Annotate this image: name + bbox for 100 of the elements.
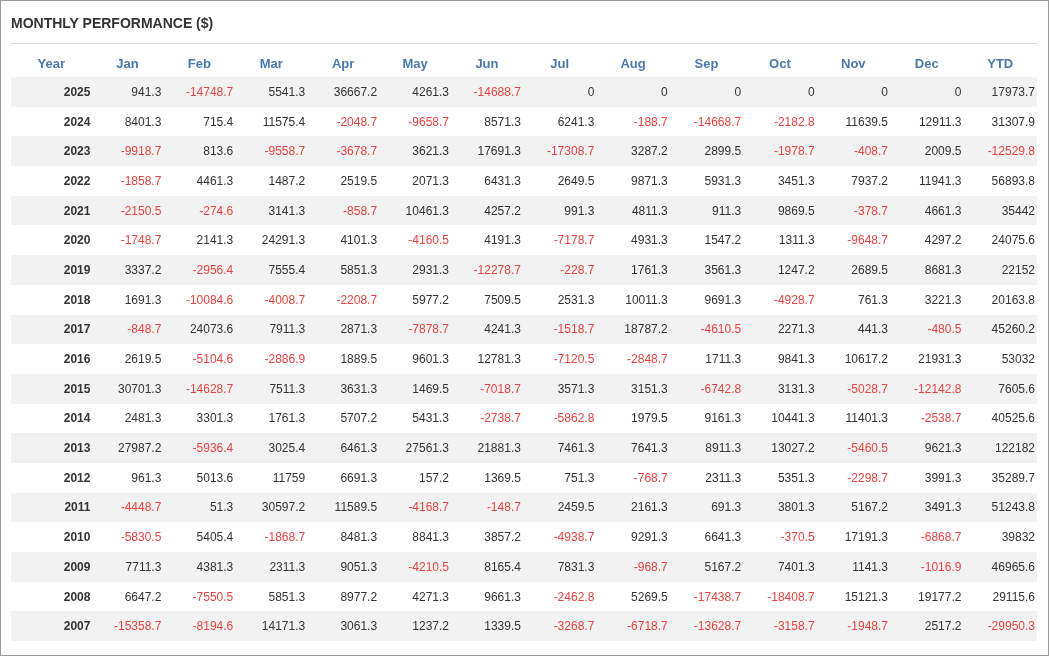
value-cell: 11589.5 <box>307 492 380 523</box>
value-cell: -378.7 <box>816 195 890 226</box>
value-cell: -2886.9 <box>235 344 308 374</box>
value-cell: 5851.3 <box>235 581 308 612</box>
value-cell: 2459.5 <box>522 492 597 523</box>
value-cell: 5851.3 <box>307 255 380 285</box>
value-cell: -5936.4 <box>163 433 236 463</box>
value-cell: 5541.3 <box>235 77 308 107</box>
value-cell: 2931.3 <box>379 255 451 285</box>
year-cell: 2024 <box>11 106 92 137</box>
value-cell: -968.7 <box>596 552 670 582</box>
value-cell: 30701.3 <box>91 373 164 404</box>
value-cell: 5931.3 <box>669 166 744 196</box>
value-cell: -2208.7 <box>307 284 380 315</box>
value-cell: 0 <box>596 77 670 107</box>
year-cell: 2015 <box>11 373 92 404</box>
value-cell: 9841.3 <box>743 344 817 374</box>
value-cell: 1691.3 <box>91 284 164 315</box>
value-cell: 7937.2 <box>816 166 890 196</box>
column-header: Jan <box>91 44 164 77</box>
value-cell: 2619.5 <box>91 344 164 374</box>
value-cell: 6641.3 <box>669 522 744 552</box>
value-cell: -4168.7 <box>379 492 451 523</box>
value-cell: -4928.7 <box>743 284 817 315</box>
value-cell: 941.3 <box>91 77 164 107</box>
value-cell: 20163.8 <box>963 284 1037 315</box>
value-cell: 5405.4 <box>163 522 236 552</box>
value-cell: 7555.4 <box>235 255 308 285</box>
value-cell: 991.3 <box>522 195 597 226</box>
value-cell: -14748.7 <box>163 77 236 107</box>
value-cell: 0 <box>522 77 597 107</box>
value-cell: 9869.5 <box>743 195 817 226</box>
value-cell: 21881.3 <box>451 433 523 463</box>
year-cell: 2009 <box>11 552 92 582</box>
year-cell: 2021 <box>11 195 92 226</box>
value-cell: 4931.3 <box>596 225 670 256</box>
value-cell: -9558.7 <box>235 136 308 167</box>
value-cell: 9621.3 <box>890 433 964 463</box>
value-cell: 122182 <box>963 433 1037 463</box>
value-cell: 0 <box>890 77 964 107</box>
value-cell: 51.3 <box>163 492 236 523</box>
value-cell: 3857.2 <box>451 522 523 552</box>
value-cell: 2271.3 <box>743 314 817 345</box>
value-cell: -4008.7 <box>235 284 308 315</box>
value-cell: 3561.3 <box>669 255 744 285</box>
value-cell: 7911.3 <box>235 314 308 345</box>
value-cell: -9658.7 <box>379 106 451 137</box>
value-cell: 3621.3 <box>379 136 451 167</box>
value-cell: 46965.6 <box>963 552 1037 582</box>
year-cell: 2014 <box>11 403 92 434</box>
value-cell: 6647.2 <box>91 581 164 612</box>
value-cell: 961.3 <box>91 462 164 493</box>
value-cell: -1016.9 <box>890 552 964 582</box>
value-cell: 0 <box>669 77 744 107</box>
value-cell: 157.2 <box>379 462 451 493</box>
value-cell: -1868.7 <box>235 522 308 552</box>
value-cell: -5460.5 <box>816 433 890 463</box>
value-cell: 2689.5 <box>816 255 890 285</box>
value-cell: -148.7 <box>451 492 523 523</box>
value-cell: 35289.7 <box>963 462 1037 493</box>
value-cell: -7878.7 <box>379 314 451 345</box>
value-cell: 911.3 <box>669 195 744 226</box>
value-cell: 691.3 <box>669 492 744 523</box>
value-cell: -3678.7 <box>307 136 380 167</box>
value-cell: -2848.7 <box>596 344 670 374</box>
value-cell: 5167.2 <box>669 552 744 582</box>
value-cell: 1141.3 <box>816 552 890 582</box>
value-cell: 2899.5 <box>669 136 744 167</box>
year-cell: 2022 <box>11 166 92 196</box>
value-cell: -2956.4 <box>163 255 236 285</box>
value-cell: 8481.3 <box>307 522 380 552</box>
value-cell: -480.5 <box>890 314 964 345</box>
value-cell: 11575.4 <box>235 106 308 137</box>
column-header: Mar <box>235 44 308 77</box>
value-cell: 1469.5 <box>379 373 451 404</box>
value-cell: 10011.3 <box>596 284 670 315</box>
value-cell: 2161.3 <box>596 492 670 523</box>
value-cell: 7511.3 <box>235 373 308 404</box>
value-cell: 3301.3 <box>163 403 236 434</box>
value-cell: 29115.6 <box>963 581 1037 612</box>
value-cell: -228.7 <box>522 255 597 285</box>
value-cell: 17973.7 <box>963 77 1037 107</box>
value-cell: -3158.7 <box>743 611 817 642</box>
value-cell: 3801.3 <box>743 492 817 523</box>
value-cell: 45260.2 <box>963 314 1037 345</box>
year-cell: 2016 <box>11 344 92 374</box>
value-cell: 56893.8 <box>963 166 1037 196</box>
value-cell: 12781.3 <box>451 344 523 374</box>
value-cell: 11401.3 <box>816 403 890 434</box>
value-cell: 17691.3 <box>451 136 523 167</box>
value-cell: 8165.4 <box>451 552 523 582</box>
value-cell: 3451.3 <box>743 166 817 196</box>
value-cell: 9051.3 <box>307 552 380 582</box>
value-cell: -4938.7 <box>522 522 597 552</box>
value-cell: -12142.8 <box>890 373 964 404</box>
value-cell: 7831.3 <box>522 552 597 582</box>
value-cell: 5351.3 <box>743 462 817 493</box>
value-cell: -15358.7 <box>91 611 164 642</box>
value-cell: -9648.7 <box>816 225 890 256</box>
value-cell: 3991.3 <box>890 462 964 493</box>
